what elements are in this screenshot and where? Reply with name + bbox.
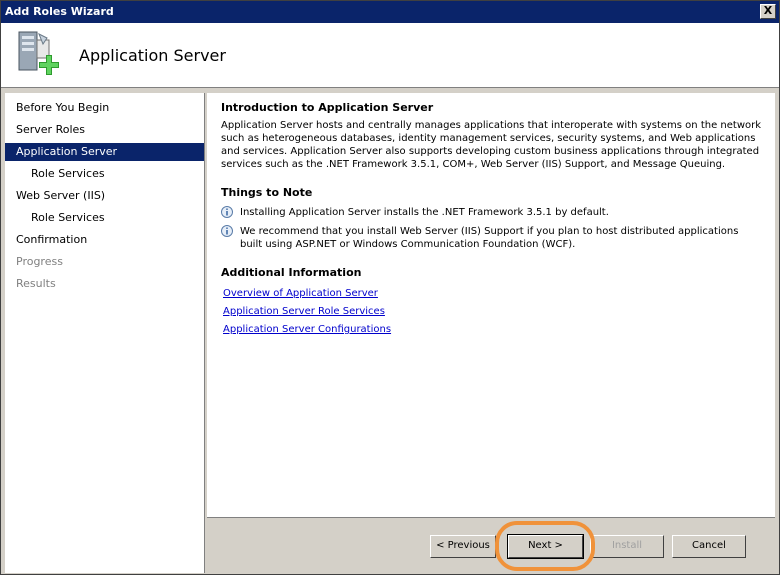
wizard-header: Application Server — [1, 23, 779, 88]
note-text: We recommend that you install Web Server… — [240, 226, 739, 250]
link-application-server-role-services[interactable]: Application Server Role Services — [223, 306, 385, 317]
sidebar-item-label: Role Services — [31, 211, 105, 224]
sidebar-item-label: Server Roles — [16, 123, 86, 136]
add-roles-wizard-window: Add Roles Wizard X Application Server Be… — [0, 0, 780, 575]
sidebar-item-label: Confirmation — [16, 233, 88, 246]
title-bar[interactable]: Add Roles Wizard X — [1, 1, 779, 23]
content-panel: Introduction to Application Server Appli… — [207, 93, 775, 518]
install-button: Install — [590, 535, 664, 558]
window-title: Add Roles Wizard — [5, 5, 114, 18]
info-icon — [221, 206, 233, 218]
wizard-step-list: Before You Begin Server Roles Applicatio… — [5, 93, 205, 573]
sidebar-item-confirmation[interactable]: Confirmation — [5, 231, 204, 249]
close-icon: X — [763, 4, 773, 17]
notes-heading: Things to Note — [221, 186, 313, 199]
sidebar-item-label: Before You Begin — [16, 101, 110, 114]
sidebar-item-web-server-iis[interactable]: Web Server (IIS) — [5, 187, 204, 205]
sidebar-item-label: Web Server (IIS) — [16, 189, 106, 202]
intro-heading: Introduction to Application Server — [221, 101, 434, 114]
sidebar-item-label: Progress — [16, 255, 63, 268]
cancel-button[interactable]: Cancel — [672, 535, 746, 558]
sidebar-item-app-role-services[interactable]: Role Services — [5, 165, 204, 183]
page-title: Application Server — [79, 46, 226, 65]
link-overview-application-server[interactable]: Overview of Application Server — [223, 288, 378, 299]
intro-paragraph: Application Server hosts and centrally m… — [221, 120, 762, 170]
close-button[interactable]: X — [760, 4, 776, 19]
note-text: Installing Application Server installs t… — [240, 207, 609, 218]
sidebar-item-application-server[interactable]: Application Server — [5, 143, 204, 161]
sidebar-item-progress: Progress — [5, 253, 204, 271]
wizard-footer: < Previous Next > Install Cancel — [207, 519, 775, 573]
sidebar-item-label: Results — [16, 277, 56, 290]
next-button[interactable]: Next > — [507, 534, 584, 559]
sidebar-item-server-roles[interactable]: Server Roles — [5, 121, 204, 139]
sidebar-item-label: Application Server — [16, 145, 118, 158]
info-icon — [221, 225, 233, 237]
sidebar-item-label: Role Services — [31, 167, 105, 180]
application-server-icon — [18, 31, 59, 75]
sidebar-item-before-you-begin[interactable]: Before You Begin — [5, 99, 204, 117]
additional-info-heading: Additional Information — [221, 266, 362, 279]
link-application-server-configurations[interactable]: Application Server Configurations — [223, 324, 391, 335]
previous-button[interactable]: < Previous — [430, 535, 496, 558]
sidebar-item-web-role-services[interactable]: Role Services — [5, 209, 204, 227]
sidebar-item-results: Results — [5, 275, 204, 293]
